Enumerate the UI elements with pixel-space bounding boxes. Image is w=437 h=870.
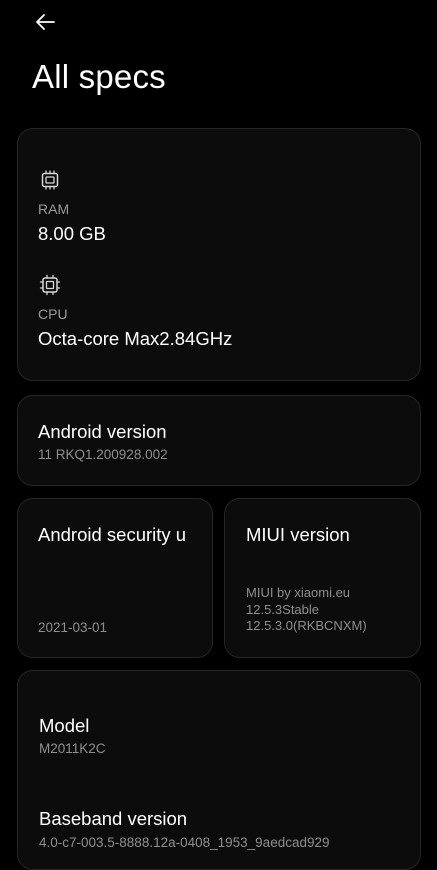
back-button[interactable] <box>30 8 60 36</box>
ram-value: 8.00 GB <box>38 223 106 244</box>
model-baseband-card: Model M2011K2C Baseband version 4.0-c7-0… <box>17 670 421 870</box>
security-update-card[interactable]: Android security u 2021-03-01 <box>17 498 213 658</box>
miui-line-1: MIUI by xiaomi.eu <box>246 585 351 600</box>
baseband-title: Baseband version <box>39 808 188 829</box>
android-version-title: Android version <box>38 421 167 442</box>
miui-line-3: 12.5.3.0(RKBCNXM) <box>246 618 367 633</box>
miui-version-card[interactable]: MIUI version MIUI by xiaomi.eu 12.5.3Sta… <box>224 498 421 658</box>
arrow-left-icon <box>36 14 55 30</box>
cpu-value: Octa-core Max2.84GHz <box>38 328 233 349</box>
baseband-value: 4.0-c7-003.5-8888.12a-0408_1953_9aedcad9… <box>39 835 330 850</box>
chip-icon <box>41 170 59 190</box>
miui-version-title: MIUI version <box>246 524 350 545</box>
security-update-title: Android security u <box>38 524 187 545</box>
miui-line-2: 12.5.3Stable <box>246 601 320 617</box>
android-version-card[interactable]: Android version 11 RKQ1.200928.002 <box>17 395 421 486</box>
model-value: M2011K2C <box>39 741 106 756</box>
model-title: Model <box>39 715 90 736</box>
hardware-card: RAM 8.00 GB CPU Octa-core Max2.84GHz <box>17 128 421 381</box>
processor-icon <box>39 274 61 296</box>
all-specs-screen: All specs RAM 8.00 GB CPU Octa-core Max2… <box>0 0 437 870</box>
security-update-value: 2021-03-01 <box>38 620 108 635</box>
android-version-value: 11 RKQ1.200928.002 <box>38 447 168 462</box>
cpu-label: CPU <box>38 306 68 322</box>
page-title: All specs <box>32 58 166 95</box>
ram-label: RAM <box>38 201 70 217</box>
miui-version-details: MIUI by xiaomi.eu 12.5.3Stable 12.5.3.0(… <box>246 585 416 635</box>
